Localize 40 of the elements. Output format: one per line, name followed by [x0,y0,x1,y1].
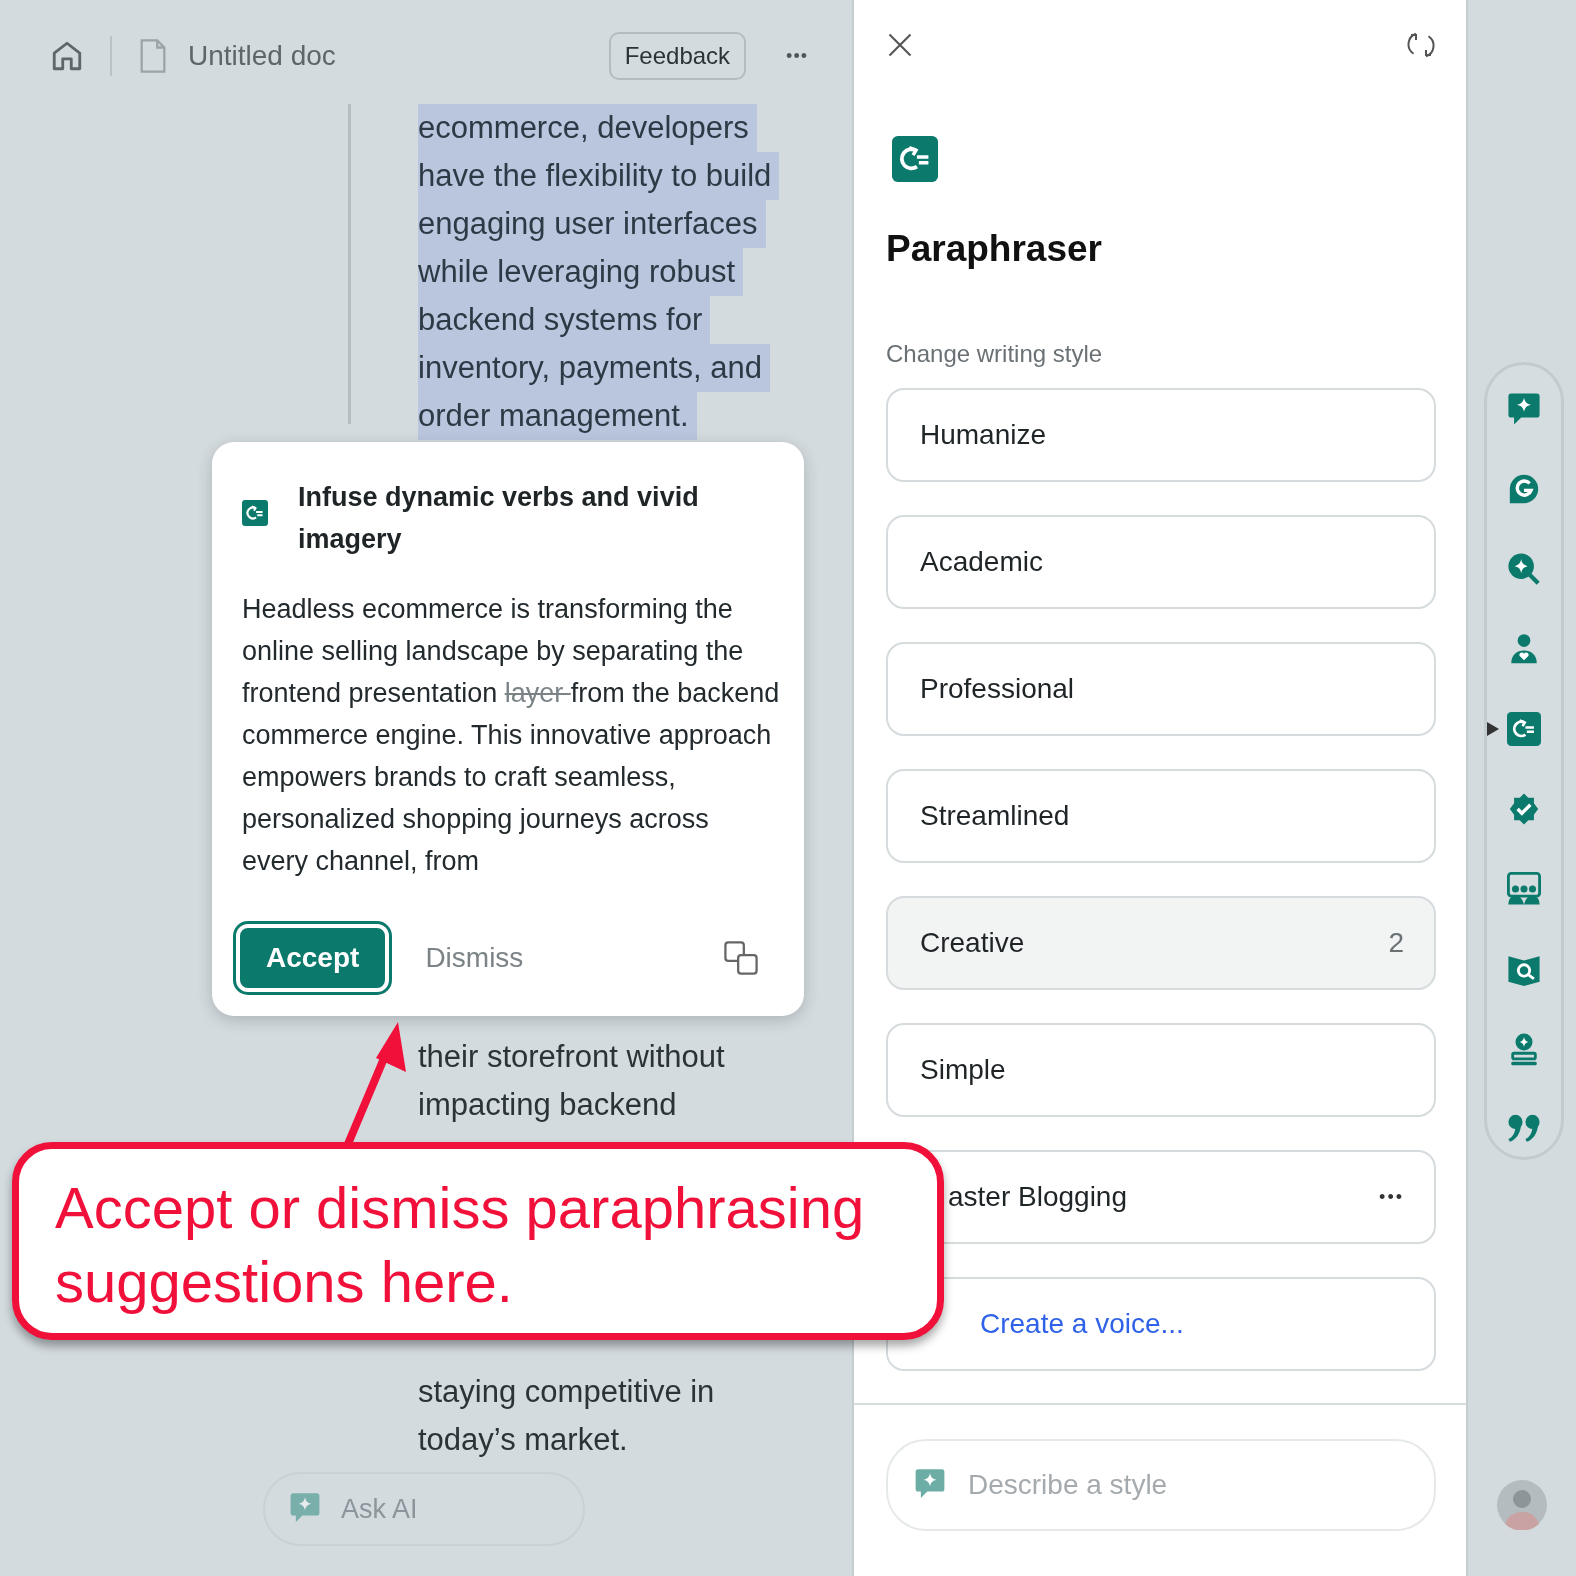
more-menu-icon[interactable]: ••• [1379,1186,1404,1208]
feedback-button[interactable]: Feedback [608,32,747,80]
home-icon[interactable] [50,39,84,73]
refresh-button[interactable] [1406,30,1436,60]
style-option[interactable]: Simple [886,1023,1436,1117]
document-icon [138,39,168,73]
section-label: Change writing style [886,340,1104,368]
avatar[interactable] [1497,1480,1547,1530]
letter-g-icon [1507,472,1541,506]
suggestion-text: Headless ecommerce is transforming the online selling landscape by separating the frontend presentation layer from the backend commerce engine. This innovative approach empowers brands to craft seamless, personalized shopping journeys across every channel, from [242,593,781,878]
style-option[interactable]: Academic [886,515,1436,609]
close-button[interactable] [886,31,914,59]
accept-button[interactable]: Accept [236,924,390,992]
ask-ai-field[interactable]: Ask AI [263,1472,585,1546]
dismiss-button[interactable]: Dismiss [419,941,530,975]
suggestion-title: Infuse dynamic verbs and vivid imagery [298,481,700,556]
create-voice-button[interactable]: Create a voice... [886,1277,1436,1371]
document-line: impacting backend [418,1086,677,1124]
style-option[interactable]: Humanize [886,388,1436,482]
sparkle-chat-icon [1507,392,1541,426]
count-label: 2 [1388,927,1404,959]
style-option[interactable]: Creative 2 [886,896,1436,990]
document-line: their storefront without [418,1038,725,1076]
pointer-icon [1487,722,1499,736]
annotation-tooltip: Accept or dismiss paraphrasing suggestions here. [12,1142,944,1340]
style-option[interactable]: Streamlined [886,769,1436,863]
describe-style-field[interactable]: Describe a style [886,1439,1436,1531]
more-button[interactable]: ••• [782,41,812,71]
compare-button[interactable] [724,941,758,975]
paraphrase-icon [1507,712,1541,746]
document-title: Untitled doc [188,40,336,72]
search-icon [1507,552,1541,586]
paraphrase-icon [242,500,268,526]
panel-title: Paraphraser [886,228,1103,270]
audience-icon [1507,872,1541,906]
document-line: staying competitive in [418,1373,715,1411]
document-line: today’s market. [418,1421,628,1459]
check-badge-icon [1507,792,1541,826]
paraphrase-icon [892,136,938,182]
style-option[interactable]: Professional [886,642,1436,736]
